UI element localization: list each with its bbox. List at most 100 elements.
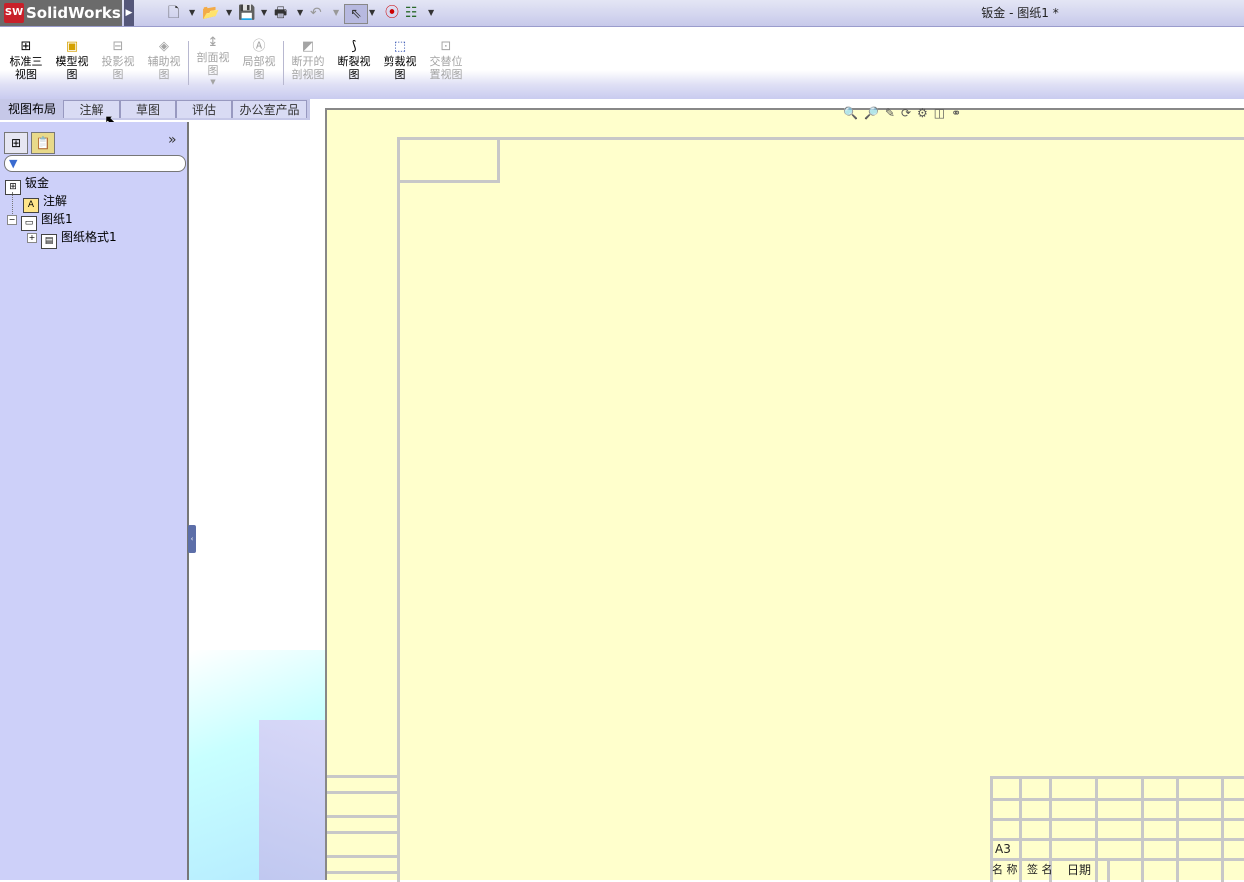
tab-office-products[interactable]: 办公室产品 [232,100,307,118]
tree-item-sheet1[interactable]: − ▭ 图纸1 [7,210,73,231]
date-label: 日期 [1067,863,1092,877]
tab-evaluate[interactable]: 评估 [176,100,232,118]
title-bar: SW SolidWorks ▶ 🗋 ▼ 📂 ▼ 💾 ▼ 🖶 ▼ ↶ ▼ ⇖ ▼ ⦿… [0,0,1244,27]
left-block-line [327,871,399,874]
crop-view-button[interactable]: ⬚ 剪裁视图 [378,39,422,81]
save-dropdown-icon[interactable]: ▼ [261,4,267,22]
menu-expand-arrow-icon[interactable]: ▶ [124,0,134,26]
corner-box-bottom [397,180,500,183]
title-block-line [990,776,1244,779]
tree-item-sheet-format1[interactable]: + ▤ 图纸格式1 [27,228,117,249]
projected-view-button[interactable]: ⊟ 投影视图 [96,39,140,81]
drawing-sheet[interactable]: A3 名 称 签 名 日期 [325,108,1244,882]
command-tabs: 视图布局 注解 草图 评估 办公室产品 ⬉ [0,99,310,130]
feature-manager-pane: ⊞ 📋 » ▼ ⊞ 钣金 A 注解 − ▭ 图纸1 + ▤ 图纸格式1 [0,122,189,880]
standard-3-view-button[interactable]: ⊞ 标准三 视图 [4,39,48,81]
pane-collapse-handle-icon[interactable]: ‹ [188,525,196,553]
display-style-icon[interactable]: ⚙ [917,106,934,120]
title-block-line [990,838,1244,841]
options-icon[interactable]: ☷ [405,4,418,22]
zoom-to-area-icon[interactable]: 🔎 [864,106,885,120]
rebuild-icon[interactable]: ⟳ [901,106,917,120]
logo-text: SolidWorks [26,4,121,22]
sheet-size-label: A3 [995,842,1011,856]
property-manager-tab-icon[interactable]: 📋 [31,132,55,154]
heads-up-view-toolbar: 🔍🔎✎⟳⚙◫⚭ [843,106,967,124]
auxiliary-view-icon: ◈ [159,39,169,54]
title-block-line [1221,776,1224,882]
zoom-to-fit-icon[interactable]: 🔍 [843,106,864,120]
alternate-position-view-icon: ⊡ [440,39,452,54]
view-orientation-icon[interactable]: ◫ [934,106,951,120]
expand-icon[interactable]: + [27,233,37,243]
standard-3-view-icon: ⊞ [20,39,32,54]
new-dropdown-icon[interactable]: ▼ [189,4,195,22]
drawing-icon: ⊞ [5,180,21,195]
save-icon[interactable]: 💾 [238,4,255,22]
detail-view-button[interactable]: Ⓐ 局部视图 [237,39,281,81]
select-dropdown-icon[interactable]: ▼ [369,4,375,22]
print-dropdown-icon[interactable]: ▼ [297,4,303,22]
collapse-icon[interactable]: − [7,215,17,225]
break-view-icon: ⟆ [351,39,357,54]
ds-badge: SW [4,3,24,23]
filter-icon: ▼ [9,157,18,170]
options-dropdown-icon[interactable]: ▼ [428,4,434,22]
expand-pane-icon[interactable]: » [168,132,177,148]
command-manager: ⊞ 标准三 视图 ▣ 模型视图 ⊟ 投影视图 ◈ 辅助视图 ↨ 剖面视图 ▼ Ⓐ … [0,27,1244,99]
left-block-line [327,815,399,818]
toolbar-separator [283,41,284,85]
tree-root-drawing[interactable]: ⊞ 钣金 [5,174,49,195]
left-block-line [327,831,399,834]
feature-manager-tab-icon[interactable]: ⊞ [4,132,28,154]
left-block-line [327,855,399,858]
detail-view-icon: Ⓐ [252,39,266,54]
projected-view-icon: ⊟ [112,39,124,54]
name-label: 名 称 [992,863,1018,876]
title-block-line [990,798,1244,801]
print-icon[interactable]: 🖶 [274,4,287,22]
title-block-line [990,858,1244,861]
open-dropdown-icon[interactable]: ▼ [226,4,232,22]
section-view-icon: ↨ [207,35,219,50]
undo-icon[interactable]: ↶ [310,4,322,22]
crop-view-icon: ⬚ [393,39,407,54]
title-block-line [990,818,1244,821]
tab-sketch[interactable]: 草图 [120,100,176,118]
auxiliary-view-button[interactable]: ◈ 辅助视图 [142,39,186,81]
rebuild-traffic-light-icon[interactable]: ⦿ [385,4,399,22]
solidworks-logo[interactable]: SW SolidWorks [0,0,122,26]
toolbar-separator [188,41,189,85]
section-view-button[interactable]: ↨ 剖面视图 ▼ [191,35,235,87]
model-view-icon: ▣ [65,39,79,54]
sheet-border-left [397,137,400,882]
title-block-line [1095,776,1098,882]
model-view-button[interactable]: ▣ 模型视图 [50,39,94,81]
left-block-line [327,775,399,778]
document-title: 钣金 - 图纸1 * [981,6,1059,20]
select-pointer-icon[interactable]: ⇖ [344,4,368,24]
broken-out-section-icon: ◩ [301,39,315,54]
left-block-line [327,791,399,794]
title-block-line [1107,858,1110,882]
section-view-dropdown-icon[interactable]: ▼ [191,77,235,87]
tab-view-layout[interactable]: 视图布局 [2,100,62,118]
title-block-line [1019,776,1022,882]
broken-out-section-button[interactable]: ◩ 断开的 剖视图 [286,39,330,81]
background-gradient-shadow [259,720,329,880]
feature-tree-filter-input[interactable]: ▼ [4,155,186,172]
break-view-button[interactable]: ⟆ 断裂视图 [332,39,376,81]
sheet-format-icon: ▤ [41,234,57,249]
title-block-line [1141,776,1144,882]
previous-view-icon[interactable]: ✎ [885,106,901,120]
signature-label: 签 名 [1027,863,1053,876]
open-folder-icon[interactable]: 📂 [202,4,219,22]
sheet-border-top [397,137,1244,140]
alternate-position-view-button[interactable]: ⊡ 交替位 置视图 [424,39,468,81]
hide-show-icon[interactable]: ⚭ [951,106,967,120]
new-document-icon[interactable]: 🗋 [168,4,179,22]
undo-dropdown-icon[interactable]: ▼ [333,4,339,22]
corner-box-right [497,137,500,183]
tree-item-annotations[interactable]: A 注解 [23,192,67,213]
title-block-line [1176,776,1179,882]
